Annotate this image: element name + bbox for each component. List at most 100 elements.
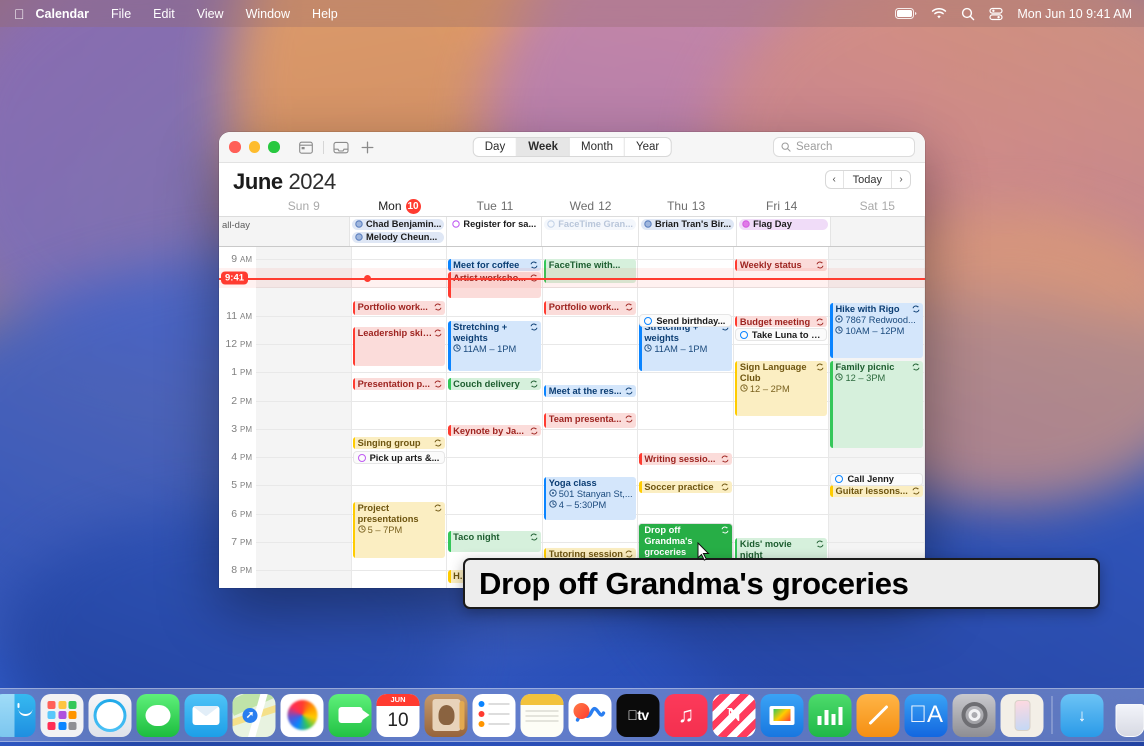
day-header-sun[interactable]: Sun9 xyxy=(256,196,352,216)
calendar-event[interactable]: Couch delivery xyxy=(448,378,541,390)
calendar-event[interactable]: Guitar lessons... xyxy=(830,485,923,497)
all-day-cell-tue[interactable]: Register for sa... xyxy=(447,217,542,246)
dock-icon-music[interactable]: ♫ xyxy=(665,694,708,737)
battery-icon[interactable] xyxy=(895,8,917,19)
dock-icon-notes[interactable] xyxy=(521,694,564,737)
minimize-button[interactable] xyxy=(249,141,261,153)
calendar-event[interactable]: Keynote by Ja... xyxy=(448,425,541,437)
dock-icon-keynote[interactable] xyxy=(761,694,804,737)
calendar-event[interactable]: Team presenta... xyxy=(544,413,637,428)
all-day-event[interactable]: Register for sa... xyxy=(449,219,539,231)
day-header-wed[interactable]: Wed12 xyxy=(543,196,639,216)
all-day-event[interactable]: FaceTime Gran... xyxy=(544,219,636,231)
calendar-event[interactable]: Presentation p... xyxy=(353,378,446,390)
calendar-event[interactable]: Leadership skil... xyxy=(353,327,446,366)
today-button[interactable]: Today xyxy=(844,171,892,188)
day-header-tue[interactable]: Tue11 xyxy=(447,196,543,216)
all-day-cell-sun[interactable] xyxy=(256,217,350,246)
dock-icon-safari[interactable] xyxy=(89,694,132,737)
day-header-fri[interactable]: Fri14 xyxy=(734,196,830,216)
menu-item-file[interactable]: File xyxy=(100,7,142,21)
reminder-item[interactable]: Send birthday... xyxy=(639,314,732,327)
day-header-thu[interactable]: Thu13 xyxy=(638,196,734,216)
dock-icon-trash[interactable] xyxy=(1109,694,1144,737)
all-day-cell-wed[interactable]: FaceTime Gran... xyxy=(542,217,639,246)
menu-bar-clock[interactable]: Mon Jun 10 9:41 AM xyxy=(1017,7,1132,21)
calendar-event[interactable]: Portfolio work... xyxy=(353,301,446,314)
day-column-thu[interactable]: Stretching + weights11AM – 1PM Writing se… xyxy=(638,247,734,588)
dock-icon-pages[interactable] xyxy=(857,694,900,737)
all-day-event[interactable]: Brian Tran's Bir... xyxy=(641,219,734,231)
prev-week-button[interactable]: ‹ xyxy=(826,171,844,188)
dock-icon-facetime[interactable] xyxy=(329,694,372,737)
control-center-icon[interactable] xyxy=(989,7,1003,21)
dock-icon-photos[interactable] xyxy=(281,694,324,737)
reminder-item[interactable]: Pick up arts &... xyxy=(353,451,446,464)
calendar-event[interactable]: Stretching + weights11AM – 1PM xyxy=(448,321,541,371)
tab-week[interactable]: Week xyxy=(517,138,570,156)
dock-icon-downloads-folder[interactable]: ↓ xyxy=(1061,694,1104,737)
menu-item-view[interactable]: View xyxy=(186,7,235,21)
all-day-event[interactable]: Melody Cheun... xyxy=(352,232,444,244)
menu-item-window[interactable]: Window xyxy=(235,7,301,21)
dock-icon-app-store[interactable]: A xyxy=(905,694,948,737)
calendar-event[interactable]: Yoga class501 Stanyan St,...4 – 5:30PM xyxy=(544,477,637,520)
reminder-item[interactable]: Take Luna to th... xyxy=(735,328,828,341)
calendar-event[interactable]: Taco night xyxy=(448,531,541,553)
dock-icon-contacts[interactable] xyxy=(425,694,468,737)
all-day-cell-thu[interactable]: Brian Tran's Bir... xyxy=(639,217,737,246)
calendar-event[interactable]: Stretching + weights11AM – 1PM xyxy=(639,321,732,371)
next-week-button[interactable]: › xyxy=(892,171,910,188)
search-input[interactable]: Search xyxy=(773,137,915,157)
reminder-checkbox-icon[interactable] xyxy=(644,317,652,325)
tab-month[interactable]: Month xyxy=(570,138,625,156)
reminder-checkbox-icon[interactable] xyxy=(835,475,843,483)
plus-icon[interactable] xyxy=(358,137,378,157)
day-header-mon[interactable]: Mon10 xyxy=(352,196,448,216)
calendar-event[interactable]: Meet at the res... xyxy=(544,385,637,397)
all-day-cell-sat[interactable] xyxy=(831,217,925,246)
calendar-event[interactable]: Portfolio work... xyxy=(544,301,637,314)
dock-icon-apple-tv[interactable]: tv xyxy=(617,694,660,737)
calendar-event[interactable]: Sign Language Club12 – 2PM xyxy=(735,361,828,417)
calendar-event[interactable]: Soccer practice xyxy=(639,481,732,493)
dock-icon-messages[interactable] xyxy=(137,694,180,737)
dock-icon-reminders[interactable] xyxy=(473,694,516,737)
dock-icon-news[interactable]: N xyxy=(713,694,756,737)
tab-year[interactable]: Year xyxy=(625,138,670,156)
view-segmented-control[interactable]: Day Week Month Year xyxy=(473,137,672,157)
menu-app-name[interactable]: Calendar xyxy=(36,7,101,21)
dock-icon-system-settings[interactable] xyxy=(953,694,996,737)
day-column-wed[interactable]: FaceTime with...Portfolio work...Meet at… xyxy=(543,247,639,588)
day-column-sat[interactable]: Hike with Rigo7867 Redwood...10AM – 12PM… xyxy=(829,247,925,588)
reminder-checkbox-icon[interactable] xyxy=(358,454,366,462)
wifi-icon[interactable] xyxy=(931,8,947,20)
day-column-sun[interactable] xyxy=(256,247,352,588)
calendar-event[interactable]: Singing group xyxy=(353,437,446,449)
calendar-event[interactable]: Project presentations5 – 7PM xyxy=(353,502,446,558)
dock-icon-mail[interactable] xyxy=(185,694,228,737)
apple-logo-icon[interactable]:  xyxy=(0,7,36,21)
day-header-sat[interactable]: Sat15 xyxy=(829,196,925,216)
maximize-button[interactable] xyxy=(268,141,280,153)
dock-icon-numbers[interactable] xyxy=(809,694,852,737)
inbox-icon[interactable] xyxy=(331,137,351,157)
tab-day[interactable]: Day xyxy=(474,138,517,156)
all-day-cell-fri[interactable]: Flag Day xyxy=(737,217,831,246)
calendar-event[interactable]: Family picnic12 – 3PM xyxy=(830,361,923,448)
dock-icon-launchpad[interactable] xyxy=(41,694,84,737)
calendar-event[interactable]: Budget meeting xyxy=(735,316,828,327)
all-day-event[interactable]: Flag Day xyxy=(739,219,828,231)
menu-item-help[interactable]: Help xyxy=(301,7,349,21)
menu-item-edit[interactable]: Edit xyxy=(142,7,186,21)
dock-icon-freeform[interactable] xyxy=(569,694,612,737)
day-column-tue[interactable]: Meet for coffeeArtist worksho...Stretchi… xyxy=(447,247,543,588)
all-day-cell-mon[interactable]: Chad Benjamin...Melody Cheun... xyxy=(350,217,447,246)
close-button[interactable] xyxy=(229,141,241,153)
dock-icon-calendar[interactable]: JUN10 xyxy=(377,694,420,737)
calendar-event[interactable]: Writing sessio... xyxy=(639,453,732,465)
dock-icon-maps[interactable]: ➚ xyxy=(233,694,276,737)
day-column-mon[interactable]: Portfolio work... Leadership skil... Prese… xyxy=(352,247,448,588)
reminder-checkbox-icon[interactable] xyxy=(740,331,748,339)
search-icon[interactable] xyxy=(961,7,975,21)
